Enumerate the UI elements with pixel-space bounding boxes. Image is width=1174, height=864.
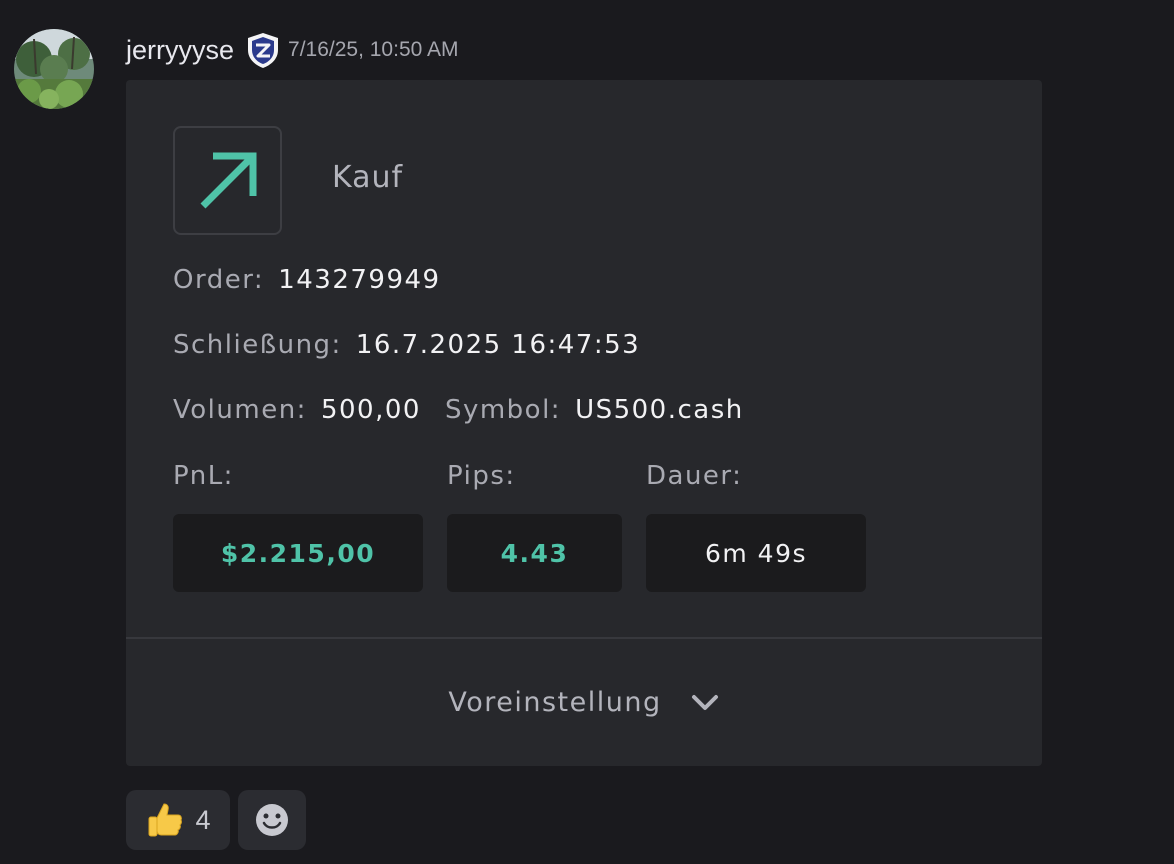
avatar[interactable] <box>14 29 94 109</box>
preset-dropdown[interactable]: Voreinstellung <box>126 639 1042 766</box>
order-row: Order: 143279949 <box>173 265 441 295</box>
avatar-image <box>14 29 94 109</box>
trade-card: Kauf Order: 143279949 Schließung: 16.7.202… <box>126 80 1042 766</box>
pnl-label: PnL: <box>173 461 234 491</box>
close-label: Schließung: <box>173 330 342 360</box>
order-label: Order: <box>173 265 265 295</box>
preset-label: Voreinstellung <box>448 687 662 718</box>
reaction-thumbs-up[interactable]: 4 <box>126 790 230 850</box>
add-reaction-icon <box>256 804 288 836</box>
symbol-value: US500.cash <box>575 395 744 425</box>
username[interactable]: jerryyyse <box>126 36 234 64</box>
action-icon-box <box>173 126 282 235</box>
duration-value: 6m 49s <box>646 514 866 592</box>
volume-label: Volumen: <box>173 395 307 425</box>
pnl-value: $2.215,00 <box>173 514 423 592</box>
pips-label: Pips: <box>447 461 516 491</box>
volume-value: 500,00 <box>320 395 421 425</box>
chat-message: jerryyyse 7/16/25, 10:50 AM Kauf Order: 1… <box>0 0 1174 864</box>
reaction-count: 4 <box>195 804 211 835</box>
order-value: 143279949 <box>278 265 441 295</box>
pips-value: 4.43 <box>447 514 622 592</box>
thumbs-up-icon <box>148 803 183 837</box>
add-reaction-button[interactable] <box>238 790 306 850</box>
timestamp: 7/16/25, 10:50 AM <box>288 38 459 61</box>
volume-symbol-row: Volumen: 500,00 Symbol: US500.cash <box>173 395 744 425</box>
shield-badge-icon[interactable] <box>245 31 281 69</box>
action-label: Kauf <box>332 160 404 195</box>
close-row: Schließung: 16.7.2025 16:47:53 <box>173 330 640 360</box>
symbol-label: Symbol: <box>444 395 562 425</box>
duration-label: Dauer: <box>646 461 743 491</box>
arrow-up-right-icon <box>200 152 256 208</box>
message-header: jerryyyse 7/16/25, 10:50 AM <box>126 30 458 70</box>
reactions-bar: 4 <box>126 790 306 850</box>
chevron-down-icon <box>690 693 720 713</box>
close-value: 16.7.2025 16:47:53 <box>355 330 641 360</box>
